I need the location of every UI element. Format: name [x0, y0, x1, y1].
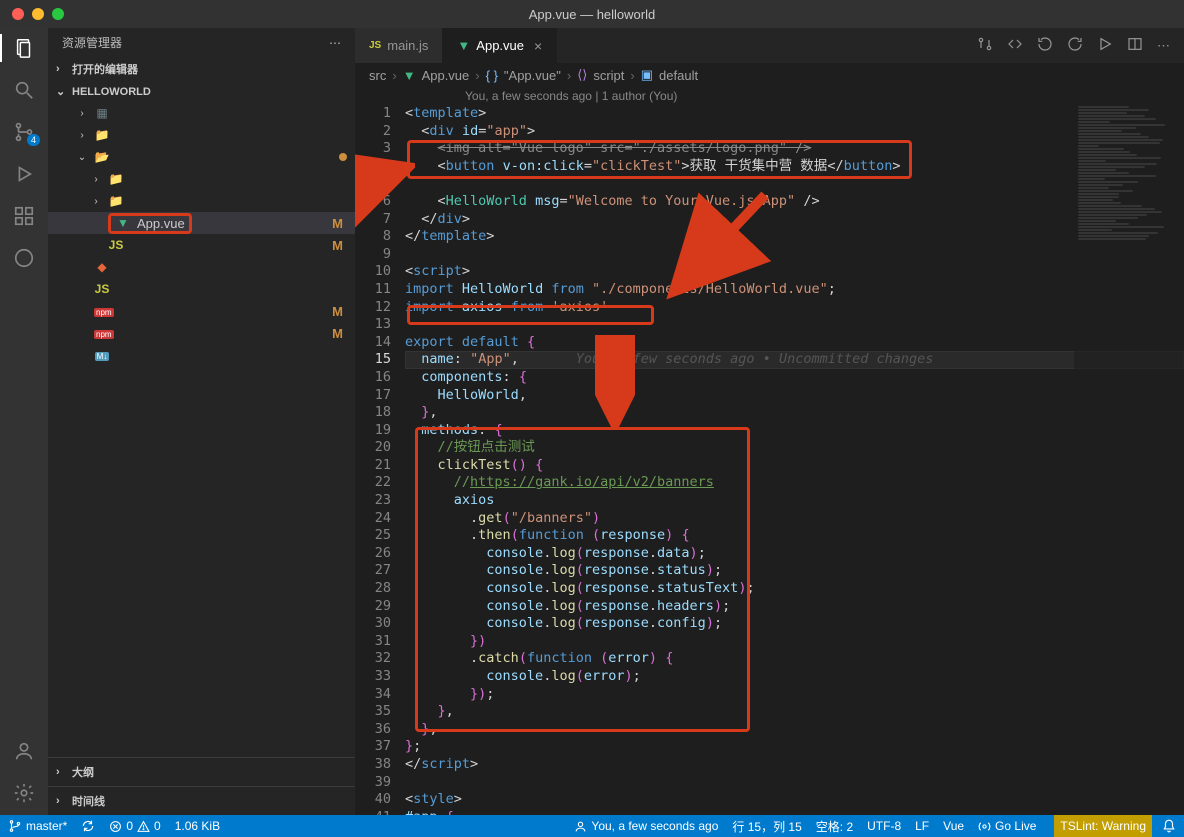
split-editor-icon[interactable]	[1127, 36, 1143, 55]
open-changes-icon[interactable]	[1007, 36, 1023, 55]
statusbar: master* 0 0 1.06 KiB You, a few seconds …	[0, 815, 1184, 837]
titlebar: App.vue — helloworld	[0, 0, 1184, 28]
encoding[interactable]: UTF-8	[867, 819, 901, 833]
file-size[interactable]: 1.06 KiB	[175, 819, 220, 833]
more-actions-icon[interactable]: ⋯	[1157, 38, 1170, 54]
account-icon[interactable]	[12, 739, 36, 763]
tree-item--gitignore[interactable]: ◆	[48, 256, 355, 278]
outline-section[interactable]: ›大纲	[48, 757, 355, 786]
gitlens-annotation: You, a few seconds ago | 1 author (You)	[355, 87, 1184, 105]
tree-item-readme-md[interactable]: M↓	[48, 344, 355, 366]
maximize-window-button[interactable]	[52, 8, 64, 20]
open-editors-section[interactable]: ›打开的编辑器	[48, 57, 355, 81]
tree-item-assets[interactable]: ›📁	[48, 168, 355, 190]
next-change-icon[interactable]	[1067, 36, 1083, 55]
sidebar-title: 资源管理器	[62, 34, 122, 51]
editor[interactable]: 1234567891011121314151617181920212223242…	[355, 105, 1184, 815]
git-compare-icon[interactable]	[977, 36, 993, 55]
tree-item-node-modules[interactable]: ›▦	[48, 102, 355, 124]
vue-icon: ▼	[403, 68, 416, 83]
traffic-lights	[12, 8, 64, 20]
problems-indicator[interactable]: 0 0	[109, 819, 160, 833]
close-tab-icon[interactable]: ×	[534, 38, 542, 54]
tree-item-babel-config-js[interactable]: JS	[48, 278, 355, 300]
timeline-section[interactable]: ›时间线	[48, 786, 355, 815]
scm-badge: 4	[27, 134, 40, 146]
search-icon[interactable]	[12, 78, 36, 102]
tab-actions: ⋯	[977, 28, 1184, 63]
tslint-status[interactable]: TSLint: Warning	[1054, 815, 1152, 837]
tab-main-js[interactable]: JSmain.js	[355, 28, 443, 63]
prev-change-icon[interactable]	[1037, 36, 1053, 55]
cursor-position[interactable]: 行 15，列 15	[732, 818, 801, 835]
minimap[interactable]	[1074, 105, 1184, 815]
remote-icon[interactable]	[12, 246, 36, 270]
close-window-button[interactable]	[12, 8, 24, 20]
tree-item-main-js[interactable]: JSM	[48, 234, 355, 256]
editor-area: JSmain.js▼App.vue× ⋯ src› ▼ App.vue› { }…	[355, 28, 1184, 815]
notifications-icon[interactable]	[1162, 819, 1176, 833]
tabs: JSmain.js▼App.vue× ⋯	[355, 28, 1184, 63]
tree-item-src[interactable]: ⌄📂	[48, 146, 355, 168]
tree-item-package-json[interactable]: npmM	[48, 322, 355, 344]
tree-item-app-vue[interactable]: ▼App.vueM	[48, 212, 355, 234]
extensions-icon[interactable]	[12, 204, 36, 228]
tree-item-components[interactable]: ›📁	[48, 190, 355, 212]
breadcrumb[interactable]: src› ▼ App.vue› { } "App.vue"› ⟨⟩ script…	[355, 63, 1184, 87]
workspace-section[interactable]: ⌄HELLOWORLD	[48, 81, 355, 102]
language-mode[interactable]: Vue	[943, 819, 964, 833]
tree-item-public[interactable]: ›📁	[48, 124, 355, 146]
window-title: App.vue — helloworld	[529, 7, 655, 22]
file-tree: ›▦›📁⌄📂›📁›📁▼App.vueMJSM◆JSnpmMnpmMM↓	[48, 102, 355, 757]
minimize-window-button[interactable]	[32, 8, 44, 20]
tree-item-package-lock-json[interactable]: npmM	[48, 300, 355, 322]
debug-icon[interactable]	[12, 162, 36, 186]
more-icon[interactable]: ⋯	[329, 36, 341, 50]
settings-gear-icon[interactable]	[12, 781, 36, 805]
branch-indicator[interactable]: master*	[8, 819, 67, 833]
explorer-icon[interactable]	[12, 36, 36, 60]
go-live[interactable]: Go Live	[978, 819, 1036, 833]
run-icon[interactable]	[1097, 36, 1113, 55]
tab-app-vue[interactable]: ▼App.vue×	[443, 28, 557, 63]
blame-status[interactable]: You, a few seconds ago	[574, 819, 718, 833]
source-control-icon[interactable]: 4	[12, 120, 36, 144]
activity-bar: 4	[0, 28, 48, 815]
sidebar: 资源管理器 ⋯ ›打开的编辑器 ⌄HELLOWORLD ›▦›📁⌄📂›📁›📁▼A…	[48, 28, 355, 815]
sync-icon[interactable]	[81, 819, 95, 833]
indentation[interactable]: 空格: 2	[816, 818, 853, 835]
sidebar-header: 资源管理器 ⋯	[48, 28, 355, 57]
eol[interactable]: LF	[915, 819, 929, 833]
